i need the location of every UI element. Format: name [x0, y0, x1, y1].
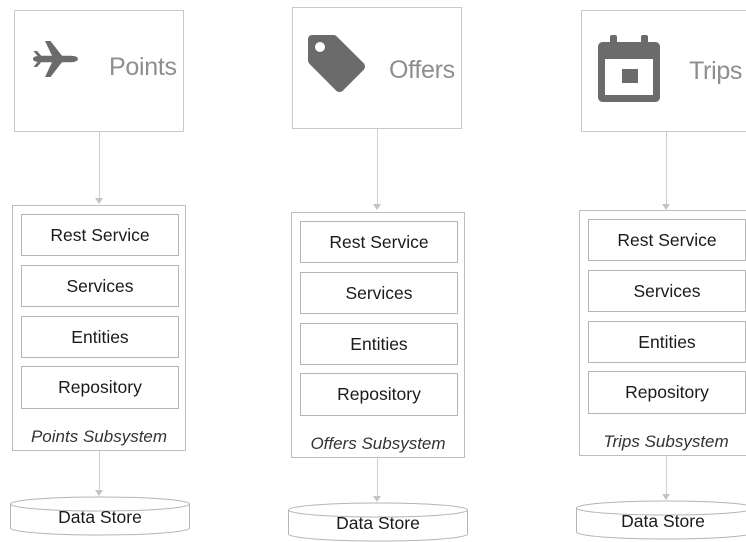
layer-entities: Entities — [300, 323, 458, 365]
column-offers: Offers Rest Service Services Entities Re… — [280, 0, 480, 542]
trips-subsystem: Rest Service Services Entities Repositor… — [579, 210, 746, 456]
offers-app-box: Offers — [292, 7, 462, 129]
store-label: Data Store — [621, 511, 705, 531]
connector-line — [666, 456, 667, 496]
column-trips: Trips Rest Service Services Entities Rep… — [570, 0, 746, 542]
app-label: Points — [109, 53, 177, 81]
arrowhead — [373, 204, 381, 210]
layer-services: Services — [300, 272, 458, 314]
layer-rest-service: Rest Service — [300, 221, 458, 263]
trips-app-box: Trips — [581, 10, 746, 132]
store-label: Data Store — [58, 507, 142, 527]
data-store: Data Store — [10, 496, 190, 536]
arrowhead — [95, 198, 103, 204]
layer-repository: Repository — [300, 373, 458, 416]
layer-repository: Repository — [21, 366, 179, 409]
column-points: Points Rest Service Services Entities Re… — [0, 0, 240, 542]
app-label: Trips — [689, 57, 743, 85]
store-label: Data Store — [336, 513, 420, 533]
points-app-box: Points — [14, 10, 184, 132]
tag-icon — [305, 32, 369, 103]
offers-subsystem: Rest Service Services Entities Repositor… — [291, 212, 465, 458]
layer-rest-service: Rest Service — [588, 219, 746, 261]
app-label: Offers — [389, 56, 455, 84]
data-store: Data Store — [576, 500, 746, 540]
layer-entities: Entities — [588, 321, 746, 363]
layer-entities: Entities — [21, 316, 179, 358]
layer-repository: Repository — [588, 371, 746, 414]
connector-line — [377, 458, 378, 498]
subsystem-label: Offers Subsystem — [310, 434, 446, 453]
connector-line — [99, 132, 100, 200]
layer-services: Services — [588, 270, 746, 312]
points-subsystem: Rest Service Services Entities Repositor… — [12, 205, 186, 451]
subsystem-label: Trips Subsystem — [603, 432, 729, 451]
subsystem-label: Points Subsystem — [30, 427, 168, 446]
layer-services: Services — [21, 265, 179, 307]
calendar-icon — [594, 33, 664, 108]
connector-line — [99, 451, 100, 492]
connector-line — [666, 132, 667, 206]
data-store: Data Store — [288, 502, 468, 542]
airplane-icon — [31, 39, 79, 84]
layer-rest-service: Rest Service — [21, 214, 179, 256]
connector-line — [377, 129, 378, 206]
